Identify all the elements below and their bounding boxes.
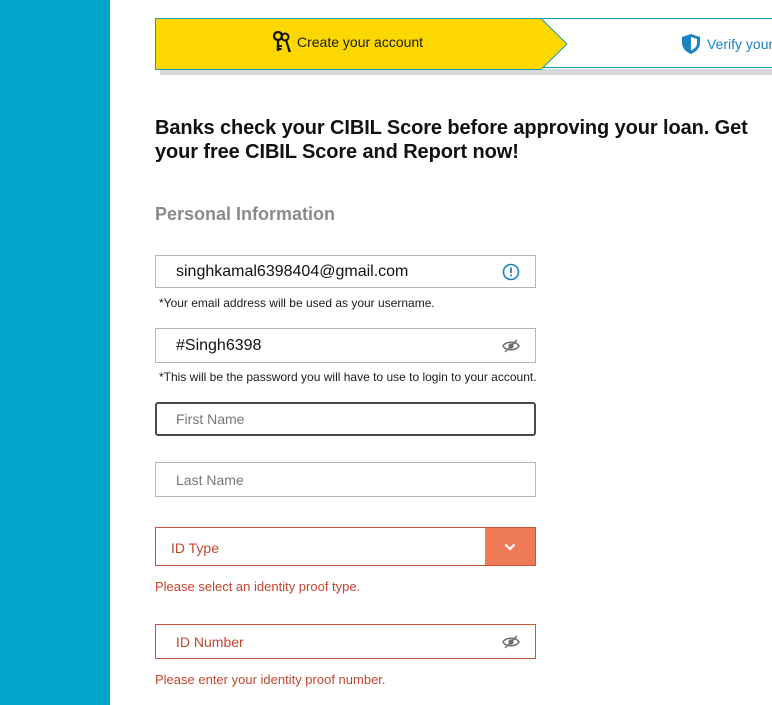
step-verify[interactable]: Verify your [682,34,772,54]
progress-stepper: Create your account Verify your [155,18,772,70]
password-hint: *This will be the password you will have… [159,370,537,384]
password-input[interactable] [176,329,476,362]
keys-icon [272,31,291,52]
email-input[interactable] [176,256,476,287]
step-create-account-label: Create your account [297,34,424,50]
id-type-value: ID Type [171,540,219,556]
info-icon[interactable] [502,263,520,281]
id-type-select[interactable]: ID Type [155,527,536,566]
step-verify-label: Verify your [707,36,772,52]
section-title: Personal Information [155,204,336,224]
first-name-input[interactable] [176,404,476,434]
id-number-input[interactable] [176,625,476,658]
id-type-dropdown-button[interactable] [485,528,535,565]
id-number-field[interactable] [155,624,536,659]
eye-icon[interactable] [502,338,520,353]
id-type-error: Please select an identity proof type. [155,579,361,594]
step-create-account[interactable]: Create your account [272,31,423,53]
chevron-down-icon [504,543,516,551]
last-name-field[interactable] [155,462,536,497]
page-headline: Banks check your CIBIL Score before appr… [155,117,748,163]
last-name-input[interactable] [176,463,476,496]
left-rail [0,0,110,705]
eye-icon[interactable] [502,634,520,649]
password-field[interactable] [155,328,536,363]
shield-icon [682,34,700,54]
first-name-field[interactable] [155,402,536,436]
email-hint: *Your email address will be used as your… [159,296,435,310]
id-number-error: Please enter your identity proof number. [155,672,386,687]
email-field[interactable] [155,255,536,288]
